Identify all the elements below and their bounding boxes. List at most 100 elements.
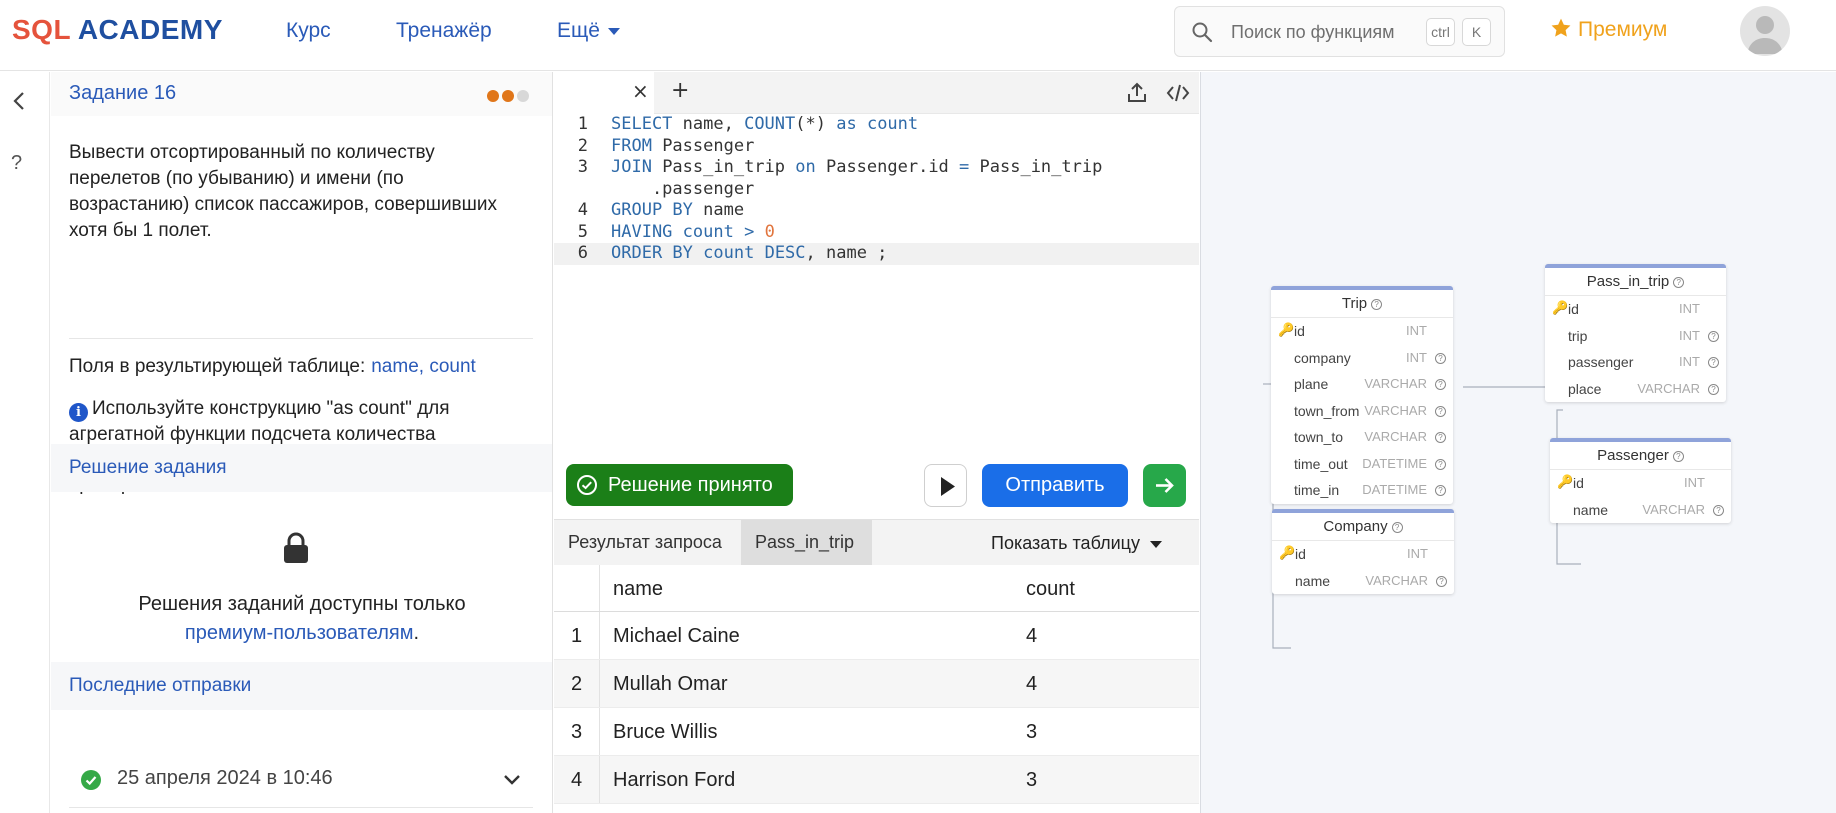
code-line[interactable]: 1 SELECT name, COUNT(*) as count xyxy=(554,114,1199,136)
fields-value: name, count xyxy=(371,356,476,377)
share-icon[interactable] xyxy=(1125,82,1149,104)
help-icon[interactable]: ? xyxy=(1435,432,1446,443)
tab-pass-in-trip[interactable]: Pass_in_trip xyxy=(741,520,872,565)
chevron-left-icon[interactable] xyxy=(10,90,30,112)
code-icon[interactable] xyxy=(1166,82,1190,104)
help-icon[interactable]: ? xyxy=(1435,405,1446,417)
field-name: time_in xyxy=(1294,482,1340,498)
code-line[interactable]: 2 FROM Passenger xyxy=(554,136,1199,158)
submit-button[interactable]: Отправить xyxy=(982,464,1128,507)
code-number: 0 xyxy=(764,221,775,242)
fields-label: Поля в результирующей таблице: xyxy=(69,356,366,377)
help-icon[interactable]: ? xyxy=(1391,522,1403,533)
table-row[interactable]: 4 Harrison Ford 3 xyxy=(554,756,1199,804)
help-icon[interactable]: ? xyxy=(1673,277,1685,288)
add-tab-button[interactable]: + xyxy=(671,78,689,103)
column-header: name xyxy=(613,578,664,600)
nav-more[interactable]: Ещё xyxy=(557,19,620,43)
table-row[interactable]: 3 Bruce Willis 3 xyxy=(554,708,1199,756)
top-header: SQL ACADEMY Курс Тренажёр Ещё Поиск по ф… xyxy=(0,0,1836,71)
table-name: Pass_in_trip xyxy=(1586,273,1670,290)
key-icon: 🔑 xyxy=(1278,323,1295,338)
code-keyword: = xyxy=(959,157,970,177)
help-icon[interactable]: ? xyxy=(1435,485,1446,496)
close-icon[interactable]: × xyxy=(632,79,649,103)
code-text: SELECT name, COUNT(*) as count xyxy=(611,114,918,136)
table-row[interactable]: 2 Mullah Omar 4 xyxy=(554,660,1199,708)
search-input[interactable]: Поиск по функциям ctrl K xyxy=(1174,6,1505,57)
schema-field: 🔑 id INT xyxy=(1271,318,1453,345)
submission-date: 25 апреля 2024 в 10:46 xyxy=(117,767,333,789)
help-icon[interactable]: ? xyxy=(1672,451,1684,462)
code-text: ORDER BY count DESC, name ; xyxy=(611,243,887,265)
code-keyword: GROUP BY xyxy=(611,200,693,220)
line-number: 2 xyxy=(577,135,588,156)
nav-trainer[interactable]: Тренажёр xyxy=(396,19,492,43)
field-type: INT xyxy=(1406,323,1427,338)
left-rail: ? xyxy=(0,72,50,813)
premium-label: Премиум xyxy=(1578,18,1668,41)
schema-table[interactable]: Company? 🔑 id INT name VARCHAR? xyxy=(1272,509,1454,594)
code-line[interactable]: .passenger xyxy=(554,179,1199,201)
code-line[interactable]: 6 ORDER BY count DESC, name ; xyxy=(554,243,1199,265)
field-name: town_from xyxy=(1294,402,1360,419)
result-fields: Поля в результирующей таблице: name, coun… xyxy=(69,356,476,378)
solution-section[interactable]: Решение задания xyxy=(51,444,552,492)
lock-icon xyxy=(284,532,308,563)
show-table-dropdown[interactable]: Показать таблицу xyxy=(991,533,1162,554)
cell-name: Mullah Omar xyxy=(613,673,728,695)
premium-message-end: . xyxy=(413,622,420,644)
field-type: VARCHAR xyxy=(1642,501,1705,517)
results-tabs: Результат запроса Pass_in_trip Показать … xyxy=(554,520,1199,565)
schema-table[interactable]: Trip? 🔑 id INT company INT? plane VARCHAR? town_… xyxy=(1271,286,1453,504)
chevron-down-icon xyxy=(1149,540,1162,548)
code-token: , name ; xyxy=(805,243,888,263)
tab-query-result[interactable]: Результат запроса xyxy=(554,520,736,565)
help-icon[interactable]: ? xyxy=(1435,352,1446,364)
code-line[interactable]: 3 JOIN Pass_in_trip on Passenger.id = Pas… xyxy=(554,157,1199,179)
code-text: JOIN Pass_in_trip on Passenger.id = Pass… xyxy=(611,157,1102,179)
cell-name: Bruce Willis xyxy=(613,721,718,743)
field-name: passenger xyxy=(1568,354,1634,370)
field-name: trip xyxy=(1568,327,1588,344)
nav-course[interactable]: Курс xyxy=(286,19,331,43)
schema-diagram[interactable]: Trip? 🔑 id INT company INT? plane VARCHAR? town_… xyxy=(1200,72,1836,813)
run-button[interactable] xyxy=(924,464,967,507)
code-area[interactable]: 1 SELECT name, COUNT(*) as count 2 FROM Pas… xyxy=(554,114,1199,265)
code-token: Pass_in_trip xyxy=(969,157,1103,177)
line-number: 6 xyxy=(577,243,588,263)
help-icon[interactable]: ? xyxy=(1435,458,1446,470)
cell-count: 3 xyxy=(1026,721,1038,743)
cell-count: 4 xyxy=(1026,673,1038,695)
help-icon[interactable]: ? xyxy=(1435,379,1446,390)
editor-tab[interactable]: × xyxy=(554,72,654,114)
help-icon[interactable]: ? xyxy=(1713,504,1724,516)
avatar[interactable] xyxy=(1740,6,1790,56)
logo[interactable]: SQL ACADEMY xyxy=(12,14,223,46)
schema-table[interactable]: Passenger? 🔑 id INT name VARCHAR? xyxy=(1550,438,1731,523)
kbd-ctrl: ctrl xyxy=(1426,18,1455,46)
code-keyword: SELECT xyxy=(611,114,673,134)
row-number: 2 xyxy=(554,660,600,707)
editor-tabbar: × + xyxy=(554,72,1199,114)
help-button[interactable]: ? xyxy=(11,152,22,175)
table-header: name count xyxy=(554,565,1199,612)
help-icon[interactable]: ? xyxy=(1708,357,1719,368)
solution-title: Решение задания xyxy=(69,457,227,478)
help-icon[interactable]: ? xyxy=(1708,383,1719,395)
table-row[interactable]: 1 Michael Caine 4 xyxy=(554,612,1199,660)
next-task-button[interactable] xyxy=(1143,464,1186,507)
submission-item[interactable]: 25 апреля 2024 в 10:46 xyxy=(69,752,533,808)
premium-users-link[interactable]: премиум-пользователям xyxy=(185,622,414,644)
chevron-down-icon[interactable] xyxy=(503,774,521,786)
schema-table[interactable]: Pass_in_trip? 🔑 id INT trip INT? passenger INT?… xyxy=(1545,264,1726,402)
code-line[interactable]: 5 HAVING count > 0 xyxy=(554,222,1199,244)
cell-name: Michael Caine xyxy=(613,625,740,647)
help-icon[interactable]: ? xyxy=(1371,299,1383,310)
premium-link[interactable]: Премиум xyxy=(1550,17,1667,42)
help-icon[interactable]: ? xyxy=(1708,330,1719,342)
code-line[interactable]: 4 GROUP BY name xyxy=(554,200,1199,222)
help-icon[interactable]: ? xyxy=(1436,575,1447,587)
